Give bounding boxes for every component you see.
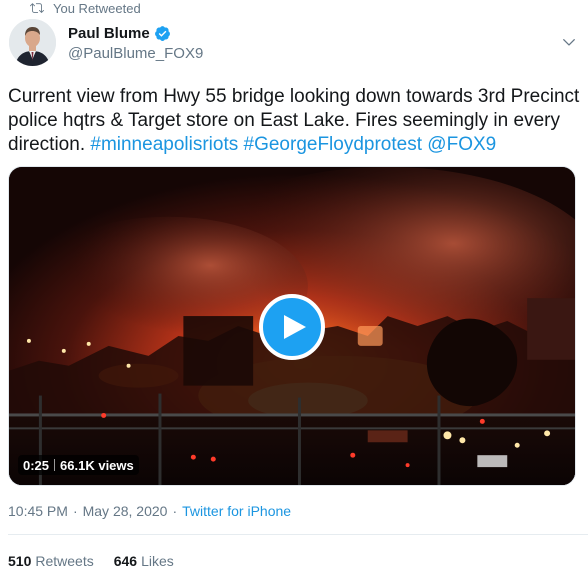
retweets-count: 510 bbox=[8, 553, 32, 569]
timestamp-row: 10:45 PM · May 28, 2020 · Twitter for iP… bbox=[8, 503, 291, 519]
hashtag-link[interactable]: #GeorgeFloydprotest bbox=[244, 134, 423, 155]
meta-divider bbox=[54, 459, 56, 471]
retweets-stat[interactable]: 510 Retweets bbox=[8, 553, 94, 569]
retweet-banner: You Retweeted bbox=[30, 0, 141, 16]
tweet-source[interactable]: Twitter for iPhone bbox=[182, 503, 291, 519]
hashtag-link[interactable]: #minneapolisriots bbox=[90, 134, 238, 155]
avatar-image bbox=[9, 19, 56, 66]
tweet-date[interactable]: May 28, 2020 bbox=[83, 503, 168, 519]
dot-separator: · bbox=[172, 503, 178, 519]
verified-badge-icon bbox=[154, 25, 170, 41]
video-meta: 0:25 66.1K views bbox=[18, 455, 139, 475]
play-button[interactable] bbox=[259, 294, 325, 360]
video-duration: 0:25 bbox=[23, 457, 50, 473]
author-block[interactable]: Paul Blume @PaulBlume_FOX9 bbox=[68, 23, 203, 63]
divider bbox=[8, 534, 588, 535]
name-row: Paul Blume bbox=[68, 23, 203, 43]
mention-link[interactable]: @FOX9 bbox=[427, 134, 496, 155]
video-views: 66.1K views bbox=[60, 457, 134, 473]
dot-separator: · bbox=[72, 503, 78, 519]
play-icon bbox=[284, 315, 306, 339]
display-name[interactable]: Paul Blume bbox=[68, 25, 150, 42]
likes-stat[interactable]: 646 Likes bbox=[114, 553, 174, 569]
tweet-time[interactable]: 10:45 PM bbox=[8, 503, 68, 519]
stats-row: 510 Retweets 646 Likes bbox=[8, 553, 174, 569]
video-player[interactable]: 0:25 66.1K views bbox=[8, 166, 576, 486]
avatar[interactable] bbox=[9, 19, 56, 66]
retweet-icon bbox=[30, 3, 44, 13]
tweet-text: Current view from Hwy 55 bridge looking … bbox=[8, 85, 580, 157]
chevron-down-icon[interactable] bbox=[562, 35, 576, 49]
likes-count: 646 bbox=[113, 553, 138, 569]
author-handle[interactable]: @PaulBlume_FOX9 bbox=[68, 45, 203, 62]
retweet-banner-text: You Retweeted bbox=[53, 0, 141, 16]
likes-label: Likes bbox=[141, 553, 174, 569]
retweets-label: Retweets bbox=[35, 553, 94, 569]
